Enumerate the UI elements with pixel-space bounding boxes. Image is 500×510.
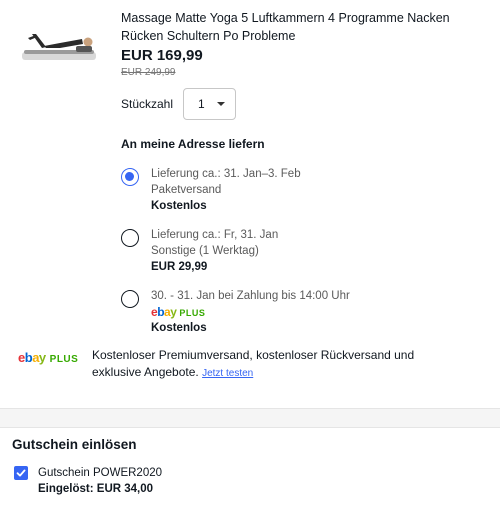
shipping-option-1-cost: Kostenlos [151, 200, 207, 212]
shipping-option-1-date: Lieferung ca.: 31. Jan–3. Feb [151, 168, 301, 180]
shipping-option-2: Lieferung ca.: Fr, 31. Jan Sonstige (1 W… [151, 227, 278, 275]
section-divider [0, 408, 500, 428]
shipping-option-2-cost: EUR 29,99 [151, 261, 208, 273]
shipping-option-3-radio[interactable] [121, 290, 139, 308]
promo-text-block: Kostenloser Premiumversand, kostenloser … [92, 347, 452, 382]
quantity-label: Stückzahl [121, 97, 174, 111]
checkmark-icon [16, 469, 26, 477]
voucher-redeemed-amount: Eingelöst: EUR 34,00 [38, 483, 154, 495]
quantity-select[interactable]: 1 [183, 88, 236, 120]
chevron-down-icon [217, 102, 225, 106]
shipping-option-1-method: Paketversand [151, 184, 222, 196]
shipping-option-1: Lieferung ca.: 31. Jan–3. Feb Paketversa… [151, 166, 301, 214]
shipping-option-2-method: Sonstige (1 Werktag) [151, 245, 259, 257]
ebay-logo-text: ebay [151, 305, 177, 319]
product-thumbnail-icon[interactable] [16, 26, 100, 68]
voucher-checkbox[interactable] [14, 466, 28, 480]
product-old-price: EUR 249,99 [121, 67, 176, 78]
quantity-value: 1 [198, 97, 205, 111]
ebay-plus-logo: ebay PLUS [151, 304, 350, 320]
voucher-details: Gutschein POWER2020 Eingelöst: EUR 34,00 [38, 465, 162, 497]
shipping-option-2-date: Lieferung ca.: Fr, 31. Jan [151, 229, 279, 241]
product-price: EUR 169,99 [121, 47, 203, 64]
shipping-option-3: 30. - 31. Jan bei Zahlung bis 14:00 Uhr … [151, 288, 350, 336]
shipping-option-3-date: 30. - 31. Jan bei Zahlung bis 14:00 Uhr [151, 290, 350, 302]
voucher-heading: Gutschein einlösen [12, 437, 137, 452]
promo-ebay-logo-text: ebay [18, 350, 46, 365]
shipping-option-2-radio[interactable] [121, 229, 139, 247]
shipping-option-1-radio[interactable] [121, 168, 139, 186]
voucher-code: Gutschein POWER2020 [38, 467, 163, 479]
shipping-heading: An meine Adresse liefern [121, 137, 265, 151]
promo-plus-logo-text: PLUS [49, 354, 79, 365]
product-title: Massage Matte Yoga 5 Luftkammern 4 Progr… [121, 11, 450, 43]
plus-logo-text: PLUS [179, 308, 206, 318]
try-now-link[interactable]: Jetzt testen [202, 368, 253, 379]
shipping-option-3-cost: Kostenlos [151, 322, 207, 334]
ebay-plus-promo-logo: ebay PLUS [18, 350, 78, 365]
